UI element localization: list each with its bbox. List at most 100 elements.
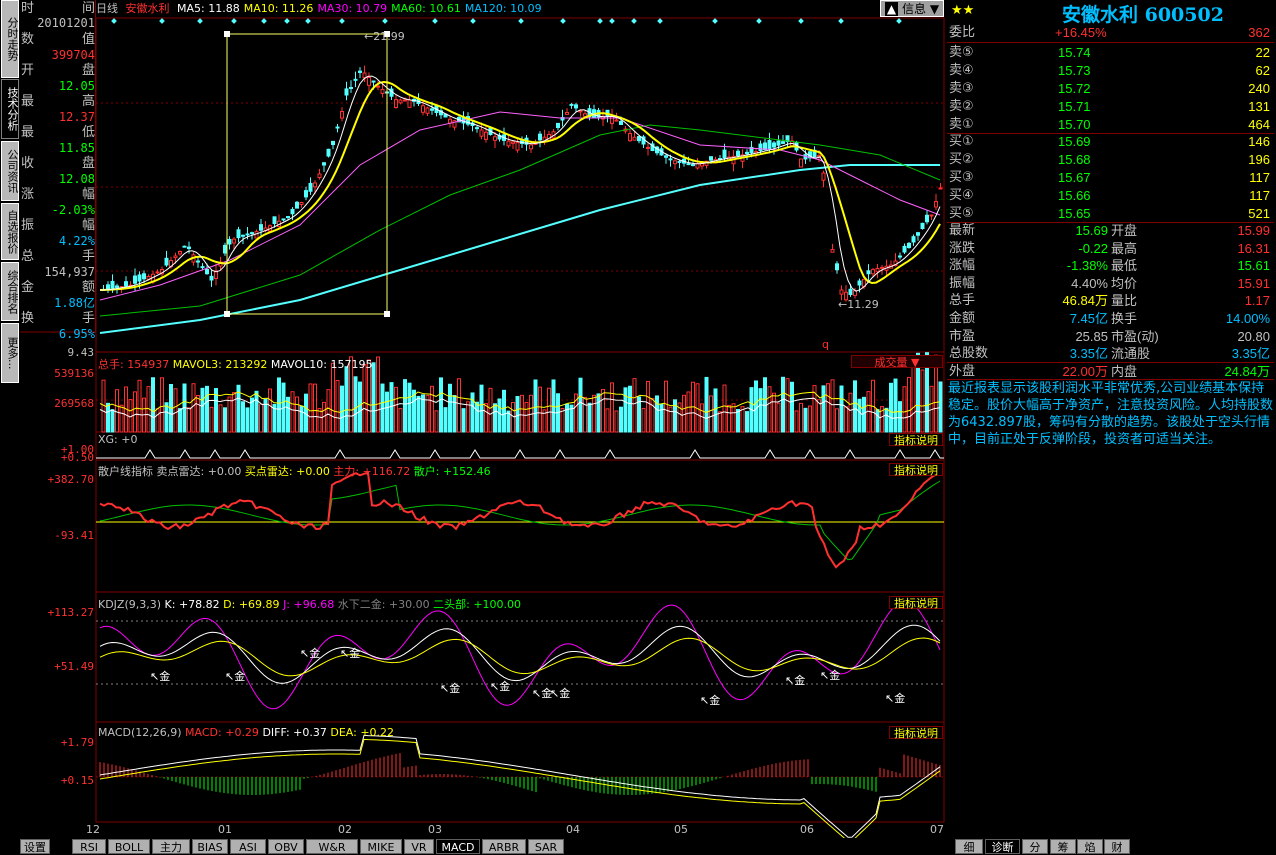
indicator-tab[interactable]: VR [404, 839, 434, 854]
volume-bar [902, 386, 907, 433]
stat-label-1: 市盈 [949, 328, 976, 344]
volume-bar [331, 362, 335, 433]
volume-selector[interactable]: 成交量 ▼ [851, 355, 943, 369]
volume-bar [875, 409, 880, 433]
indicator-tab[interactable]: MACD [436, 839, 480, 854]
buy-row[interactable]: 买② 15.68 196 [947, 151, 1274, 169]
event-marker [518, 18, 524, 24]
indicator-tab[interactable]: BIAS [192, 839, 228, 854]
xg-help-button[interactable]: 指标说明 [889, 433, 943, 447]
volume-bar [218, 404, 223, 433]
right-tab[interactable]: 焰 [1077, 839, 1103, 854]
volume-bar [223, 407, 227, 433]
stat-row: 振幅 4.40% 均价 15.91 [947, 275, 1274, 293]
candle-body [403, 99, 407, 102]
candle-body [538, 133, 542, 141]
indicator-tab[interactable]: W&R [306, 839, 358, 854]
nav-tab-0[interactable]: 分时走势 [1, 0, 19, 78]
sell-row[interactable]: 卖⑤ 15.74 22 [947, 44, 1274, 62]
candle-body [646, 146, 650, 149]
sell-row[interactable]: 卖④ 15.73 62 [947, 62, 1274, 80]
volume-bar [466, 401, 470, 433]
volume-bar [205, 385, 209, 433]
info-button-label: 信息 [901, 2, 926, 16]
indicator-tab[interactable]: ARBR [482, 839, 526, 854]
kdj-help-button[interactable]: 指标说明 [889, 596, 943, 610]
nav-tab-5[interactable]: 更多... [1, 323, 19, 383]
sell-price: 15.73 [1058, 63, 1091, 78]
candle-body [821, 172, 826, 181]
event-marker [560, 18, 566, 24]
stat-label-1: 总股数 [949, 346, 989, 362]
candle-body [317, 173, 322, 178]
volume-bar [704, 376, 709, 433]
info-label-right: 幅 [81, 218, 95, 233]
right-tab[interactable]: 筹 [1050, 839, 1076, 854]
candle-body [133, 275, 137, 284]
volume-bar [344, 366, 349, 433]
sanhu-help-button[interactable]: 指标说明 [889, 463, 943, 477]
volume-axis-mid: 269568 [54, 397, 94, 410]
candle-body [511, 141, 515, 144]
star-icon[interactable]: ★★ [951, 3, 974, 18]
indicator-tab[interactable]: SAR [528, 839, 564, 854]
macd-value: MACD: +0.29 [185, 726, 259, 739]
buy-row[interactable]: 买① 15.69 146 [947, 133, 1274, 151]
right-tab[interactable]: 财 [1104, 839, 1130, 854]
indicator-tab[interactable]: RSI [72, 839, 106, 854]
period-label[interactable]: 日线 [96, 2, 118, 15]
volume-mavol10: MAVOL10: 157195 [270, 358, 373, 371]
volume-bar [893, 378, 898, 433]
indicator-tab[interactable]: MIKE [360, 839, 402, 854]
stat-label-1: 最新 [949, 223, 976, 238]
info-label-right: 手 [81, 249, 95, 264]
volume-bar [848, 392, 853, 433]
info-button[interactable]: ▲ 信息 ▼ [880, 0, 944, 17]
sell-row[interactable]: 卖② 15.71 131 [947, 98, 1274, 116]
nav-tab-2[interactable]: 公司资讯 [1, 141, 19, 201]
volume-bar [754, 380, 758, 433]
buy-volume: 117 [1249, 170, 1270, 185]
volume-bar [259, 403, 263, 433]
candle-body [110, 280, 115, 289]
candle-body [137, 274, 142, 282]
volume-bar [565, 403, 569, 433]
volume-bar [794, 410, 799, 433]
buy-row[interactable]: 买⑤ 15.65 521 [947, 205, 1274, 223]
nav-tab-4[interactable]: 综合排名 [1, 262, 19, 321]
volume-bar [340, 385, 344, 433]
indicator-tab[interactable]: BOLL [108, 839, 150, 854]
volume-bar [587, 402, 592, 433]
nav-tab-1[interactable]: 技术分析 [1, 79, 19, 139]
macd-help-button[interactable]: 指标说明 [889, 726, 943, 740]
volume-bar [898, 401, 902, 433]
kdj-water: 水下二金: +30.00 [337, 598, 430, 611]
right-tab[interactable]: 细 [955, 839, 983, 854]
sell-row[interactable]: 卖① 15.70 464 [947, 116, 1274, 134]
candle-body [907, 242, 911, 249]
stat-label-2: 均价 [1111, 275, 1138, 291]
indicator-tab[interactable]: 设置 [20, 839, 50, 854]
stat-value-1: 46.84万 [1062, 293, 1108, 309]
candle-body [781, 141, 785, 144]
volume-bar [106, 402, 110, 433]
right-tab[interactable]: 分 [1022, 839, 1048, 854]
indicator-tab[interactable]: OBV [268, 839, 304, 854]
right-tab[interactable]: 诊断 [985, 839, 1020, 854]
nav-tab-3[interactable]: 自选报价 [1, 203, 19, 260]
sell-volume: 22 [1255, 45, 1270, 60]
volume-bar [443, 407, 448, 433]
buy-row[interactable]: 买④ 15.66 117 [947, 187, 1274, 205]
volume-bar [727, 404, 731, 433]
volume-bar [520, 394, 524, 433]
candle-body [187, 246, 191, 249]
candle-body [259, 224, 263, 231]
candle-body [272, 216, 277, 224]
sell-row[interactable]: 卖③ 15.72 240 [947, 80, 1274, 98]
event-marker [284, 18, 290, 24]
indicator-tab[interactable]: 主力 [152, 839, 190, 854]
volume-bar [457, 378, 461, 433]
volume-bar [394, 386, 398, 433]
indicator-tab[interactable]: ASI [230, 839, 266, 854]
buy-row[interactable]: 买③ 15.67 117 [947, 169, 1274, 187]
